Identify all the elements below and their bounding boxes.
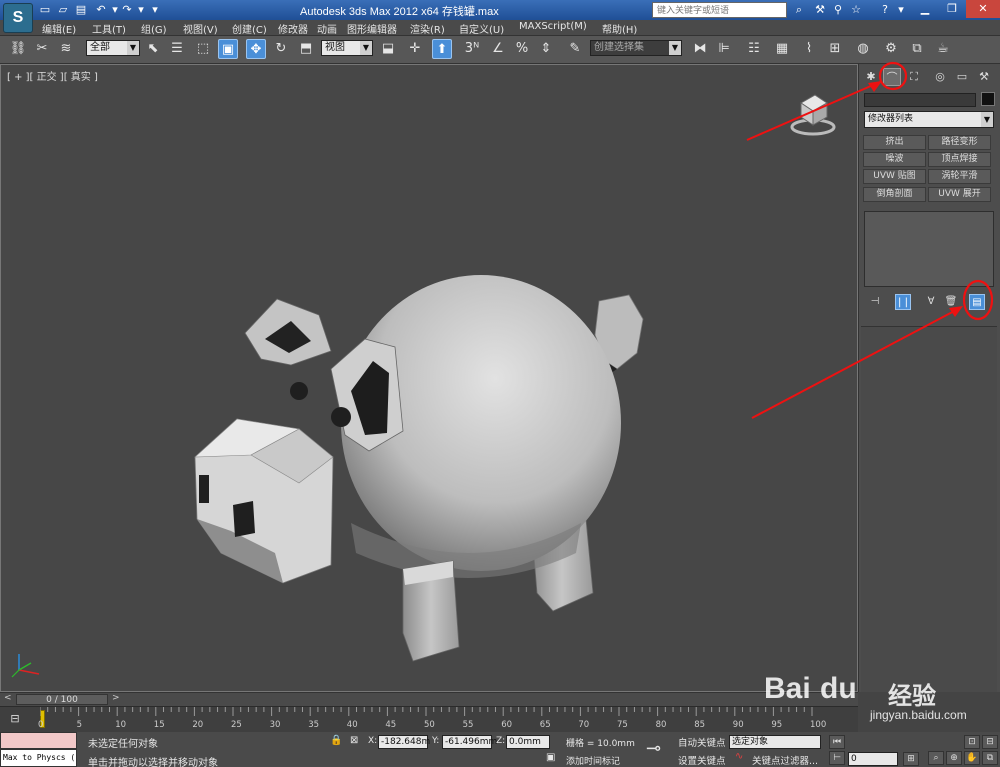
baidu-watermark: Bai du 经验 jingyan.baidu.com	[764, 668, 996, 728]
annotation-arrow-modify-tab	[746, 81, 881, 141]
annotation-arrowhead	[949, 306, 963, 317]
watermark-paw: du	[820, 672, 857, 705]
watermark-brand-cn: 经验	[888, 683, 936, 710]
watermark-url: jingyan.baidu.com	[870, 708, 967, 722]
watermark-brand-latin: Bai	[764, 672, 811, 705]
application-button[interactable]: S	[3, 3, 33, 33]
annotation-circle-modify-tab	[878, 61, 908, 91]
tutorial-annotations	[746, 61, 994, 419]
annotation-circle-configure-sets	[962, 279, 994, 321]
annotation-arrow-configure-sets	[751, 307, 961, 419]
